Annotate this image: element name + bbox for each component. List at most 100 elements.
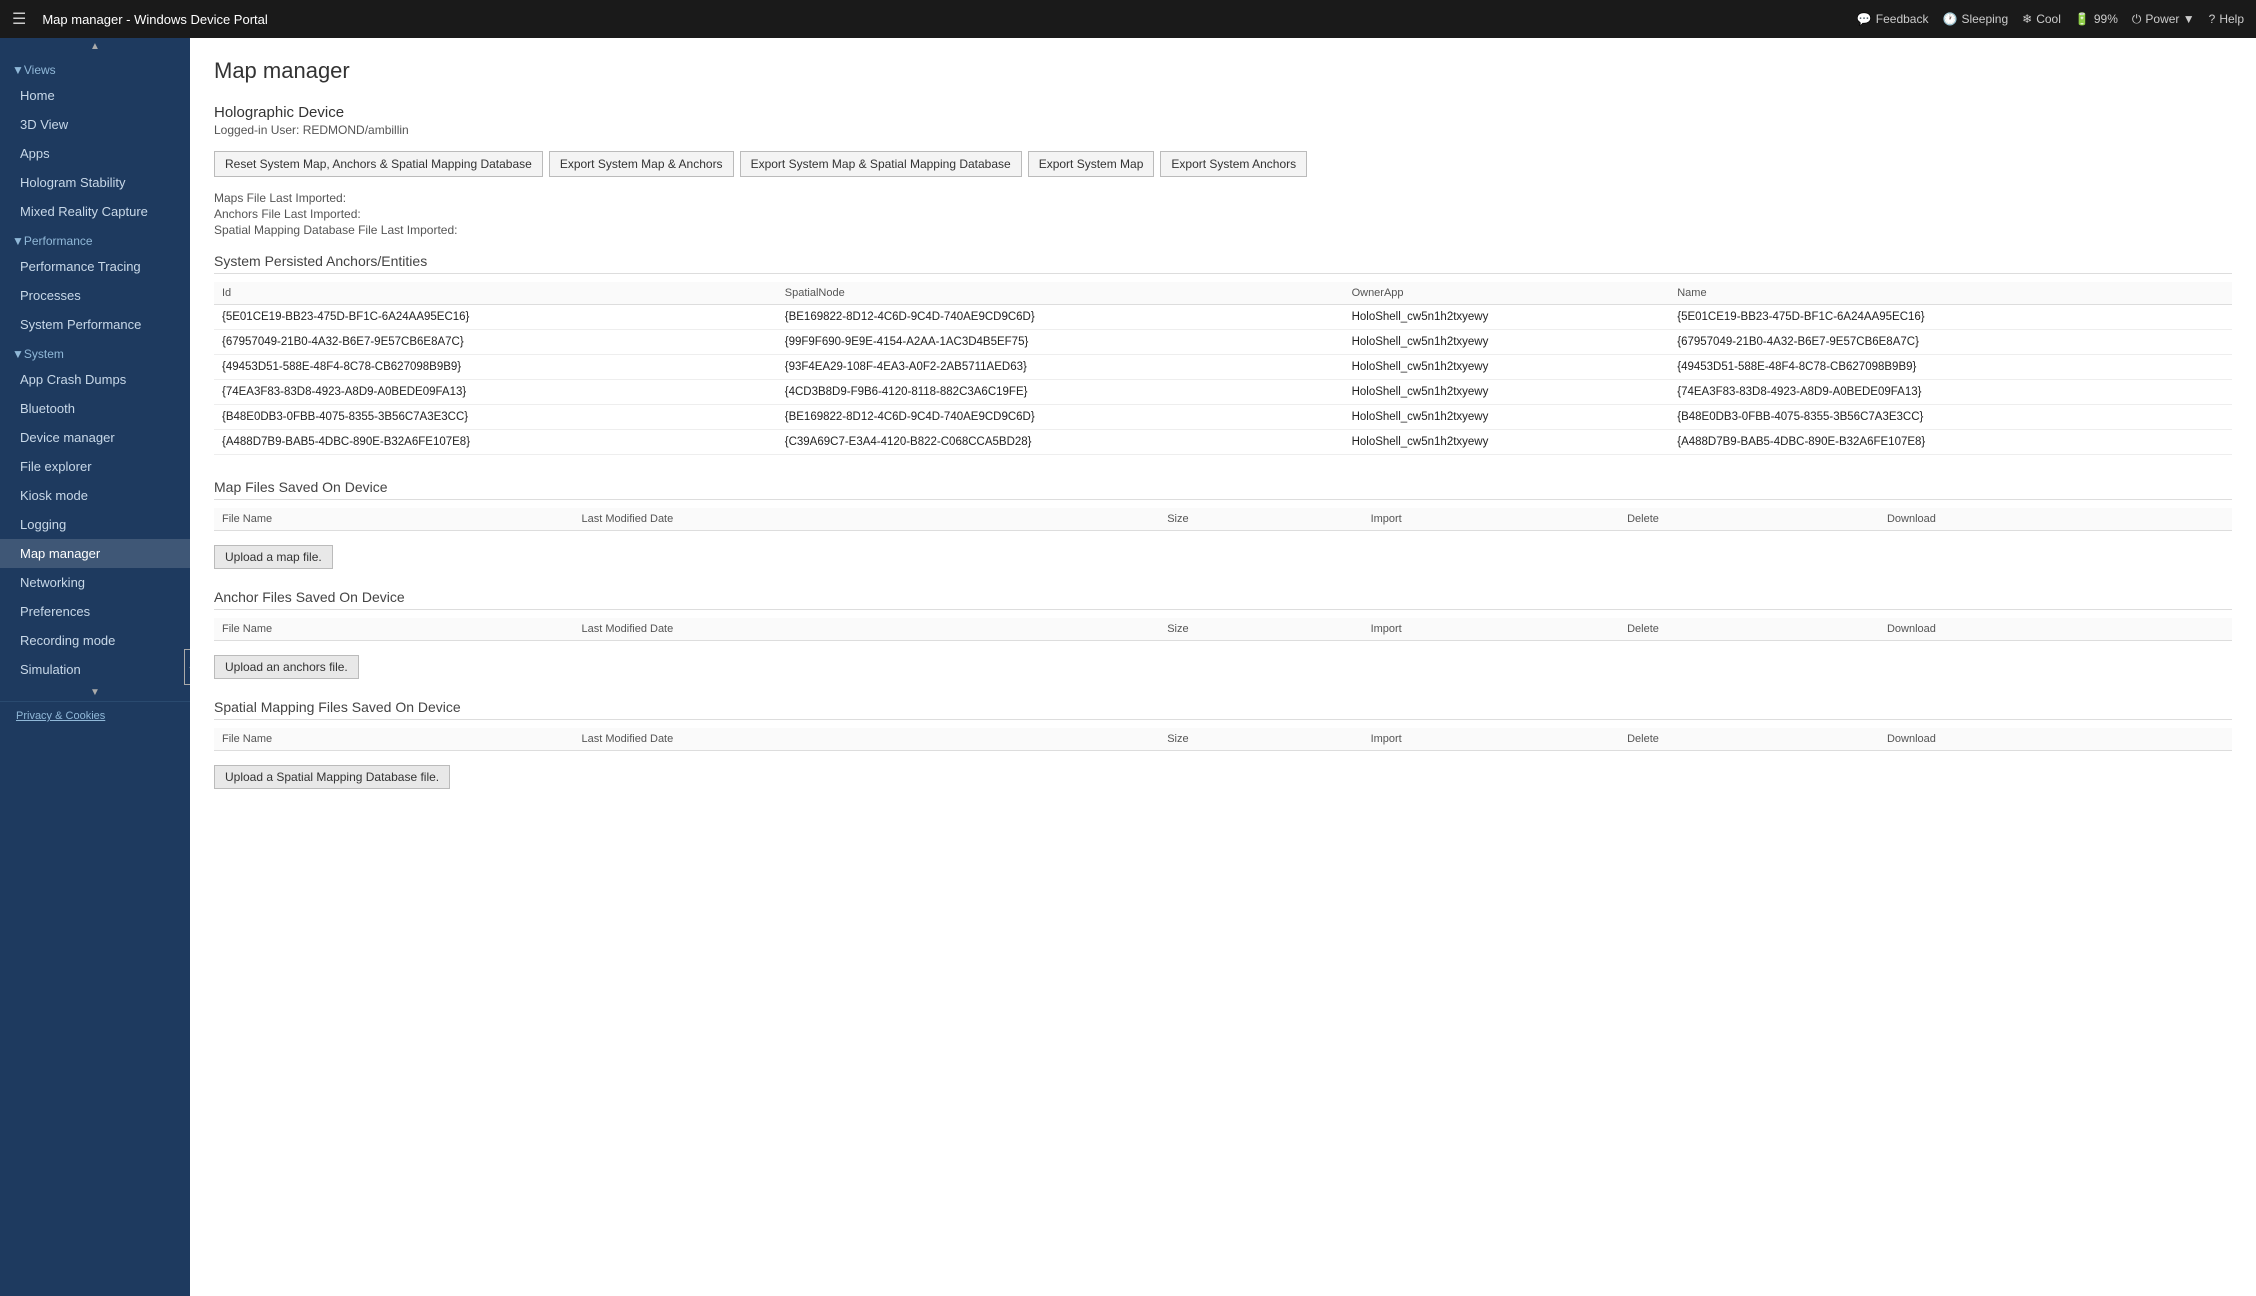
- topbar: ☰ Map manager - Windows Device Portal 💬F…: [0, 0, 2256, 38]
- map-files-title: Map Files Saved On Device: [214, 479, 2232, 500]
- table-row: {67957049-21B0-4A32-B6E7-9E57CB6E8A7C}{9…: [214, 330, 2232, 355]
- action-buttons: Reset System Map, Anchors & Spatial Mapp…: [214, 151, 2232, 177]
- sp-col-delete: Delete: [1619, 728, 1879, 751]
- anchor-files-title: Anchor Files Saved On Device: [214, 589, 2232, 610]
- feedback-action[interactable]: 💬Feedback: [1857, 12, 1929, 26]
- anc-col-download: Download: [1879, 618, 2232, 641]
- anc-col-modified: Last Modified Date: [574, 618, 1160, 641]
- sidebar-item-app-crash-dumps[interactable]: App Crash Dumps: [0, 365, 190, 394]
- sidebar-item-file-explorer[interactable]: File explorer: [0, 452, 190, 481]
- sidebar-item-mixed-reality-capture[interactable]: Mixed Reality Capture: [0, 197, 190, 226]
- top-actions: 💬Feedback 🕐Sleeping ❄Cool 🔋99% ⏻Power ▼ …: [1857, 12, 2244, 27]
- sidebar-item-apps[interactable]: Apps: [0, 139, 190, 168]
- export-spatial-button[interactable]: Export System Map & Spatial Mapping Data…: [740, 151, 1022, 177]
- spatial-file-info: Spatial Mapping Database File Last Impor…: [214, 223, 2232, 237]
- anchors-section: System Persisted Anchors/Entities Id Spa…: [214, 253, 2232, 455]
- col-name: Name: [1669, 282, 2232, 305]
- map-col-modified: Last Modified Date: [574, 508, 1160, 531]
- sp-col-import: Import: [1363, 728, 1620, 751]
- table-row: {49453D51-588E-48F4-8C78-CB627098B9B9}{9…: [214, 355, 2232, 380]
- sidebar-item-logging[interactable]: Logging: [0, 510, 190, 539]
- battery-action[interactable]: 🔋99%: [2075, 12, 2118, 26]
- anc-col-delete: Delete: [1619, 618, 1879, 641]
- map-files-table: File Name Last Modified Date Size Import…: [214, 508, 2232, 531]
- sidebar-scroll-up[interactable]: ▲: [0, 38, 190, 55]
- upload-map-button[interactable]: Upload a map file.: [214, 545, 333, 569]
- sidebar-item-system-performance[interactable]: System Performance: [0, 310, 190, 339]
- page-title: Map manager: [214, 58, 2232, 84]
- export-map-anchors-button[interactable]: Export System Map & Anchors: [549, 151, 734, 177]
- spatial-files-section: Spatial Mapping Files Saved On Device Fi…: [214, 699, 2232, 789]
- sidebar-item-hologram-stability[interactable]: Hologram Stability: [0, 168, 190, 197]
- table-row: {A488D7B9-BAB5-4DBC-890E-B32A6FE107E8}{C…: [214, 430, 2232, 455]
- sidebar-item-home[interactable]: Home: [0, 81, 190, 110]
- map-files-section: Map Files Saved On Device File Name Last…: [214, 479, 2232, 569]
- sidebar-item-device-manager[interactable]: Device manager: [0, 423, 190, 452]
- anc-col-filename: File Name: [214, 618, 574, 641]
- anchors-file-info: Anchors File Last Imported:: [214, 207, 2232, 221]
- anc-col-size: Size: [1159, 618, 1362, 641]
- sidebar-item-recording-mode[interactable]: Recording mode: [0, 626, 190, 655]
- sp-col-size: Size: [1159, 728, 1362, 751]
- reset-system-button[interactable]: Reset System Map, Anchors & Spatial Mapp…: [214, 151, 543, 177]
- upload-anchors-button[interactable]: Upload an anchors file.: [214, 655, 359, 679]
- sidebar-item-preferences[interactable]: Preferences: [0, 597, 190, 626]
- content-area: Map manager Holographic Device Logged-in…: [190, 38, 2256, 1296]
- sidebar-item-performance-tracing[interactable]: Performance Tracing: [0, 252, 190, 281]
- sidebar-item-kiosk-mode[interactable]: Kiosk mode: [0, 481, 190, 510]
- anchor-files-table: File Name Last Modified Date Size Import…: [214, 618, 2232, 641]
- spatial-files-title: Spatial Mapping Files Saved On Device: [214, 699, 2232, 720]
- sleeping-icon: 🕐: [1942, 12, 1957, 26]
- help-icon: ?: [2209, 12, 2216, 26]
- anchors-table: Id SpatialNode OwnerApp Name {5E01CE19-B…: [214, 282, 2232, 455]
- main-layout: ▲ ▼Views Home 3D View Apps Hologram Stab…: [0, 38, 2256, 1296]
- sp-col-modified: Last Modified Date: [574, 728, 1160, 751]
- sidebar-item-networking[interactable]: Networking: [0, 568, 190, 597]
- device-name: Holographic Device: [214, 104, 2232, 121]
- table-row: {74EA3F83-83D8-4923-A8D9-A0BEDE09FA13}{4…: [214, 380, 2232, 405]
- sp-col-download: Download: [1879, 728, 2232, 751]
- col-spatial-node: SpatialNode: [777, 282, 1344, 305]
- maps-file-info: Maps File Last Imported:: [214, 191, 2232, 205]
- col-id: Id: [214, 282, 777, 305]
- sidebar: ▲ ▼Views Home 3D View Apps Hologram Stab…: [0, 38, 190, 1296]
- battery-icon: 🔋: [2075, 12, 2090, 26]
- table-row: {5E01CE19-BB23-475D-BF1C-6A24AA95EC16}{B…: [214, 305, 2232, 330]
- feedback-icon: 💬: [1857, 12, 1872, 26]
- map-col-delete: Delete: [1619, 508, 1879, 531]
- power-action[interactable]: ⏻Power ▼: [2132, 12, 2195, 27]
- upload-spatial-button[interactable]: Upload a Spatial Mapping Database file.: [214, 765, 450, 789]
- sidebar-views-header: ▼Views: [0, 55, 190, 81]
- menu-icon[interactable]: ☰: [12, 9, 26, 29]
- table-row: {B48E0DB3-0FBB-4075-8355-3B56C7A3E3CC}{B…: [214, 405, 2232, 430]
- logged-in-user: Logged-in User: REDMOND/ambillin: [214, 123, 2232, 137]
- map-col-import: Import: [1363, 508, 1620, 531]
- help-action[interactable]: ?Help: [2209, 12, 2244, 26]
- anchors-section-title: System Persisted Anchors/Entities: [214, 253, 2232, 274]
- sidebar-item-processes[interactable]: Processes: [0, 281, 190, 310]
- anc-col-import: Import: [1363, 618, 1620, 641]
- sleeping-action[interactable]: 🕐Sleeping: [1942, 12, 2008, 26]
- sidebar-performance-header: ▼Performance: [0, 226, 190, 252]
- app-title: Map manager - Windows Device Portal: [42, 12, 1850, 27]
- cool-action[interactable]: ❄Cool: [2022, 12, 2061, 26]
- anchor-files-section: Anchor Files Saved On Device File Name L…: [214, 589, 2232, 679]
- sidebar-item-map-manager[interactable]: Map manager: [0, 539, 190, 568]
- sidebar-item-simulation[interactable]: Simulation: [0, 655, 190, 684]
- power-icon: ⏻: [2132, 12, 2142, 27]
- sidebar-system-header: ▼System: [0, 339, 190, 365]
- map-col-download: Download: [1879, 508, 2232, 531]
- privacy-cookies-link[interactable]: Privacy & Cookies: [0, 701, 190, 730]
- col-owner-app: OwnerApp: [1344, 282, 1670, 305]
- cool-icon: ❄: [2022, 12, 2032, 26]
- sidebar-scroll-down[interactable]: ▼: [0, 684, 190, 701]
- export-anchors-button[interactable]: Export System Anchors: [1160, 151, 1307, 177]
- sidebar-item-bluetooth[interactable]: Bluetooth: [0, 394, 190, 423]
- sidebar-collapse-button[interactable]: ◀: [184, 649, 190, 685]
- import-info-lines: Maps File Last Imported: Anchors File La…: [214, 191, 2232, 237]
- sp-col-filename: File Name: [214, 728, 574, 751]
- map-col-size: Size: [1159, 508, 1362, 531]
- sidebar-item-3d-view[interactable]: 3D View: [0, 110, 190, 139]
- export-map-button[interactable]: Export System Map: [1028, 151, 1155, 177]
- device-info: Holographic Device Logged-in User: REDMO…: [214, 104, 2232, 137]
